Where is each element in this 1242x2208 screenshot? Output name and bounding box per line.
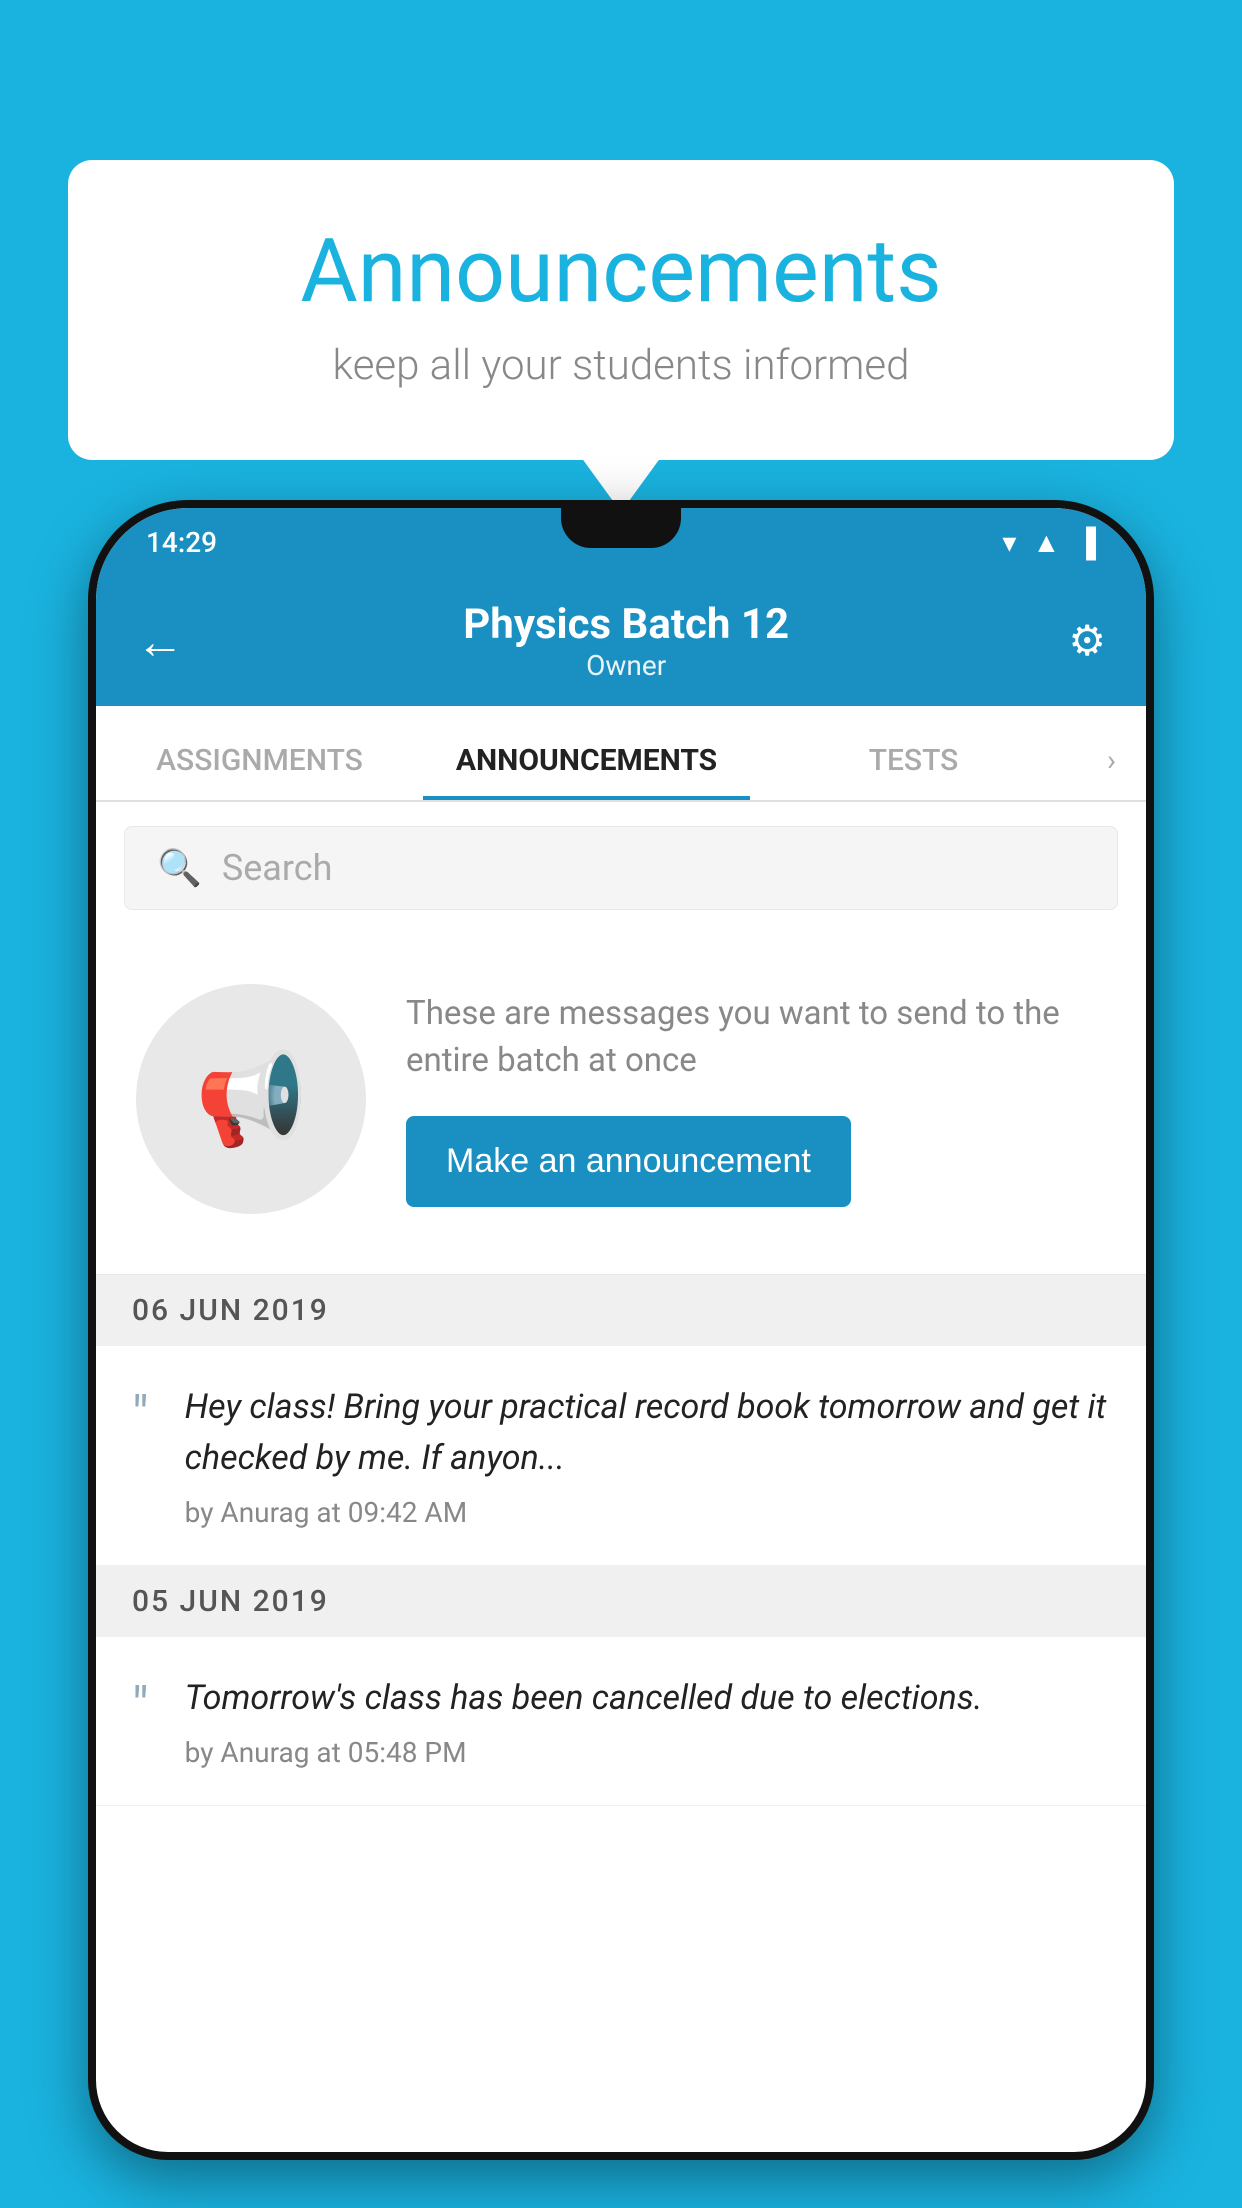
- announcement-item-2: " Tomorrow's class has been cancelled du…: [96, 1637, 1146, 1806]
- phone-outer: 14:29 ▾ ▲ ▐ ← Physics Batch 12 Owner ⚙: [88, 500, 1154, 2160]
- gear-icon[interactable]: ⚙: [1068, 616, 1106, 666]
- megaphone-icon: 📢: [195, 1047, 307, 1152]
- tab-more[interactable]: ›: [1077, 743, 1146, 800]
- status-time: 14:29: [146, 526, 217, 559]
- make-announcement-button[interactable]: Make an announcement: [406, 1116, 851, 1207]
- header-title: Physics Batch 12: [463, 600, 789, 649]
- phone-notch: [561, 508, 681, 548]
- megaphone-circle: 📢: [136, 984, 366, 1214]
- announcement-item-1: " Hey class! Bring your practical record…: [96, 1346, 1146, 1566]
- search-placeholder: Search: [222, 847, 333, 889]
- phone-container: 14:29 ▾ ▲ ▐ ← Physics Batch 12 Owner ⚙: [88, 500, 1154, 2208]
- wifi-icon: ▾: [1002, 526, 1016, 559]
- announcement-content-2: Tomorrow's class has been cancelled due …: [185, 1673, 1110, 1769]
- date-separator-1: 06 JUN 2019: [96, 1275, 1146, 1346]
- phone-inner: 14:29 ▾ ▲ ▐ ← Physics Batch 12 Owner ⚙: [96, 508, 1146, 2152]
- quote-icon-1: ": [132, 1390, 149, 1442]
- prompt-description: These are messages you want to send to t…: [406, 991, 1106, 1083]
- tab-tests[interactable]: TESTS: [750, 743, 1077, 800]
- battery-icon: ▐: [1076, 526, 1096, 559]
- announcement-prompt: 📢 These are messages you want to send to…: [96, 934, 1146, 1275]
- announcement-meta-1: by Anurag at 09:42 AM: [185, 1496, 1110, 1529]
- app-header: ← Physics Batch 12 Owner ⚙: [96, 576, 1146, 706]
- speech-bubble: Announcements keep all your students inf…: [68, 160, 1174, 460]
- search-container: 🔍 Search: [96, 802, 1146, 934]
- announcement-text-1: Hey class! Bring your practical record b…: [185, 1382, 1110, 1484]
- speech-bubble-title: Announcements: [148, 220, 1094, 323]
- speech-bubble-container: Announcements keep all your students inf…: [68, 160, 1174, 460]
- tab-assignments[interactable]: ASSIGNMENTS: [96, 743, 423, 800]
- announcement-meta-2: by Anurag at 05:48 PM: [185, 1736, 1110, 1769]
- speech-bubble-subtitle: keep all your students informed: [148, 341, 1094, 390]
- signal-icon: ▲: [1032, 526, 1060, 559]
- header-subtitle: Owner: [463, 649, 789, 682]
- header-center: Physics Batch 12 Owner: [463, 600, 789, 682]
- status-icons: ▾ ▲ ▐: [1002, 526, 1096, 559]
- quote-icon-2: ": [132, 1681, 149, 1733]
- tab-announcements[interactable]: ANNOUNCEMENTS: [423, 743, 750, 800]
- search-icon: 🔍: [157, 847, 202, 889]
- search-bar[interactable]: 🔍 Search: [124, 826, 1118, 910]
- announcement-text-2: Tomorrow's class has been cancelled due …: [185, 1673, 1110, 1724]
- prompt-right: These are messages you want to send to t…: [406, 991, 1106, 1206]
- back-button[interactable]: ←: [136, 613, 184, 670]
- announcement-content-1: Hey class! Bring your practical record b…: [185, 1382, 1110, 1529]
- tabs-container: ASSIGNMENTS ANNOUNCEMENTS TESTS ›: [96, 706, 1146, 802]
- date-separator-2: 05 JUN 2019: [96, 1566, 1146, 1637]
